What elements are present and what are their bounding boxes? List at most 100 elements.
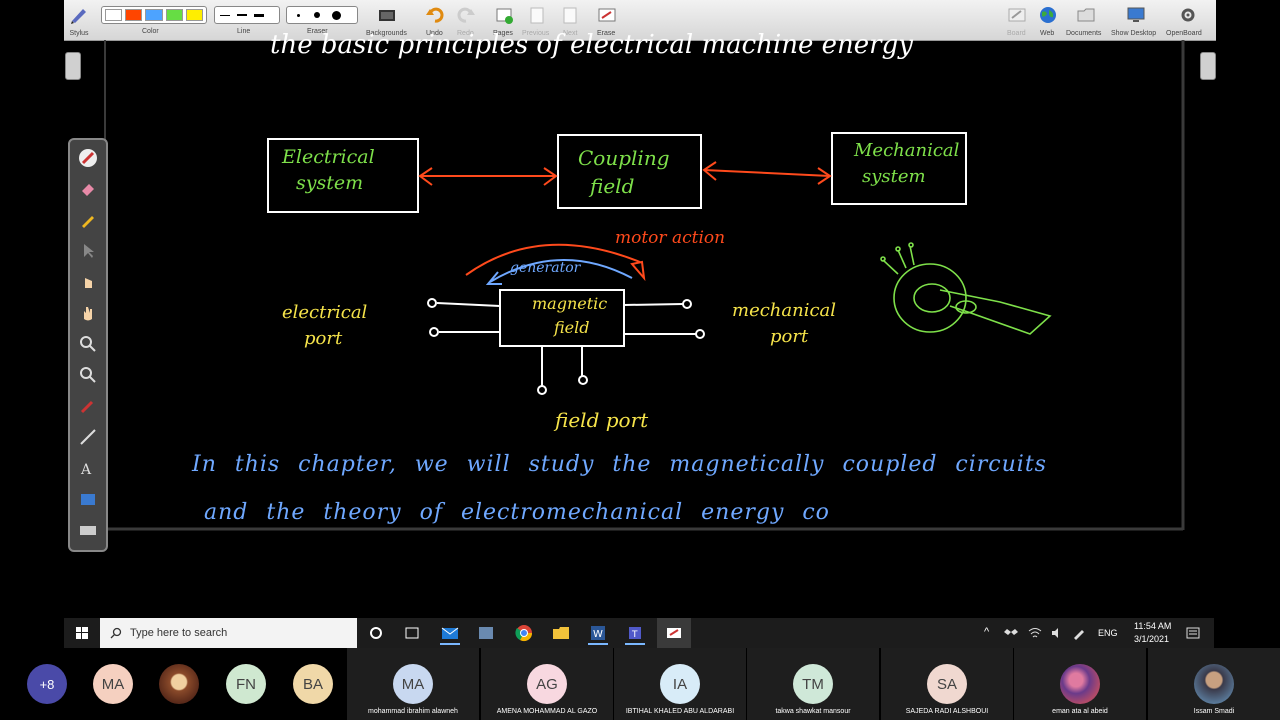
keyboard-icon[interactable]	[78, 520, 98, 540]
mechanical-box-line2: system	[862, 166, 926, 187]
participant-tile[interactable]: +8	[27, 648, 67, 720]
mail-icon[interactable]	[440, 623, 460, 645]
word-icon[interactable]: W	[588, 623, 608, 645]
notification-icon[interactable]	[1186, 626, 1200, 640]
interact-tool-icon[interactable]	[78, 272, 98, 292]
color-green[interactable]	[165, 9, 183, 21]
participant-tile[interactable]: SA SAJEDA RADI ALSHBOUI	[881, 648, 1013, 720]
avatar: AG	[527, 664, 567, 704]
tray-expand-icon[interactable]: ^	[984, 626, 989, 638]
volume-icon[interactable]	[1050, 626, 1064, 640]
pen-workspace-icon[interactable]	[1072, 626, 1086, 640]
participant-tile[interactable]: MA	[93, 648, 133, 720]
more-participants-badge: +8	[27, 664, 67, 704]
participant-name: IBTIHAL KHALED ABU ALDARABI	[625, 708, 735, 715]
laser-pointer-icon[interactable]	[78, 396, 98, 416]
participant-tile[interactable]: MA mohammad ibrahim alawneh	[347, 648, 479, 720]
line-thin[interactable]	[218, 10, 232, 20]
machine-sketch	[880, 242, 1052, 335]
clock-time[interactable]: 11:54 AM	[1134, 621, 1171, 631]
mechanical-port-line1: mechanical	[732, 300, 837, 321]
line-label: Line	[237, 28, 251, 35]
text-tool-icon[interactable]: A	[78, 458, 98, 478]
stylus-button[interactable]: Stylus	[66, 2, 92, 38]
participant-name: eman ata al abeid	[1052, 708, 1108, 715]
eraser-medium[interactable]	[309, 10, 325, 20]
color-blue[interactable]	[145, 9, 163, 21]
electrical-port-line1: electrical	[282, 302, 368, 323]
hand-tool-icon[interactable]	[78, 303, 98, 323]
field-port-label: field port	[555, 408, 649, 432]
participant-tile[interactable]: AG AMENA MOHAMMAD AL GAZO	[481, 648, 613, 720]
language-indicator[interactable]: ENG	[1098, 628, 1118, 638]
web-button[interactable]: Web	[1036, 2, 1060, 38]
participant-tile[interactable]: Issam Smadi	[1148, 648, 1280, 720]
eraser-large[interactable]	[328, 10, 344, 20]
openboard-taskbar-button[interactable]	[657, 618, 691, 648]
search-icon	[110, 627, 122, 639]
task-view-icon[interactable]	[402, 623, 422, 643]
cortana-icon[interactable]	[366, 623, 386, 643]
marker-tool-icon[interactable]	[78, 210, 98, 230]
selector-tool-icon[interactable]	[78, 241, 98, 261]
coupling-mechanical-arrow	[702, 161, 832, 185]
svg-text:W: W	[593, 629, 603, 640]
coupling-box-line1: Coupling	[578, 146, 670, 170]
openboard-button[interactable]: OpenBoard	[1166, 2, 1212, 38]
avatar: FN	[226, 664, 266, 704]
start-button[interactable]	[64, 618, 100, 648]
zoom-in-icon[interactable]	[78, 334, 98, 354]
chapter-text-line1: In this chapter, we will study the magne…	[192, 452, 1047, 477]
line-width-palette	[214, 6, 280, 24]
gear-icon	[1181, 8, 1195, 22]
zoom-out-icon[interactable]	[78, 365, 98, 385]
file-explorer-icon[interactable]	[551, 623, 571, 643]
whiteboard-canvas[interactable]: the basic principles of electrical machi…	[0, 30, 1280, 618]
line-tool-icon[interactable]	[78, 427, 98, 447]
participant-name: Issam Smadi	[1193, 708, 1235, 715]
color-palette	[101, 6, 207, 24]
chapter-text-line2: and the theory of electromechanical ener…	[204, 500, 830, 525]
participant-name: takwa shawkat mansour	[775, 708, 851, 715]
taskbar-search[interactable]: Type here to search	[100, 618, 357, 648]
capture-tool-icon[interactable]	[78, 489, 98, 509]
dropbox-icon[interactable]	[1004, 626, 1018, 640]
avatar-photo	[159, 664, 199, 704]
electrical-coupling-arrow	[418, 167, 558, 186]
color-label: Color	[142, 28, 159, 35]
participant-tile[interactable]: FN	[226, 648, 266, 720]
line-medium[interactable]	[235, 10, 249, 20]
eraser-small[interactable]	[290, 10, 306, 20]
globe-icon	[1040, 7, 1056, 23]
pen-tool-icon[interactable]	[78, 148, 98, 168]
color-red[interactable]	[125, 9, 143, 21]
board-button[interactable]: Board	[1004, 2, 1030, 38]
eraser-tool-icon[interactable]	[78, 179, 98, 199]
teams-icon[interactable]: T	[625, 623, 645, 645]
chrome-icon[interactable]	[514, 623, 534, 643]
avatar: BA	[293, 664, 333, 704]
board-title-text: the basic principles of electrical machi…	[270, 30, 913, 60]
web-label: Web	[1040, 30, 1055, 37]
participant-tile[interactable]: eman ata al abeid	[1014, 648, 1146, 720]
wifi-icon[interactable]	[1028, 626, 1042, 640]
coupling-box-line2: field	[590, 174, 635, 198]
participant-tile[interactable]	[159, 648, 199, 720]
line-thick[interactable]	[252, 10, 266, 20]
app-icon[interactable]	[476, 623, 496, 643]
svg-text:A: A	[80, 462, 92, 478]
participant-tile[interactable]: BA	[293, 648, 333, 720]
show-desktop-button[interactable]: Show Desktop	[1110, 2, 1162, 38]
color-white[interactable]	[105, 9, 123, 21]
clock-date[interactable]: 3/1/2021	[1134, 634, 1169, 644]
avatar-photo	[1060, 664, 1100, 704]
participant-tile[interactable]: IA IBTIHAL KHALED ABU ALDARABI	[614, 648, 746, 720]
stylus-label: Stylus	[69, 30, 89, 37]
system-tray: ^ ENG 11:54 AM 3/1/2021	[974, 618, 1214, 648]
color-yellow[interactable]	[185, 9, 204, 21]
field-port-terminals	[537, 346, 588, 395]
documents-button[interactable]: Documents	[1064, 2, 1108, 38]
participant-tile[interactable]: TM takwa shawkat mansour	[747, 648, 879, 720]
documents-label: Documents	[1066, 30, 1102, 37]
redo-icon	[457, 7, 475, 23]
